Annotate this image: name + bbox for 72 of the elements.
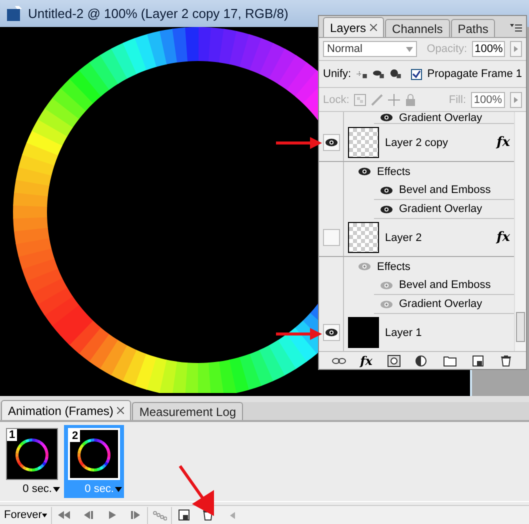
effect-name[interactable]: Bevel and Emboss <box>399 184 491 196</box>
propagate-label: Propagate Frame 1 <box>427 68 522 80</box>
unify-style-icon[interactable] <box>390 68 402 80</box>
visibility-toggle[interactable] <box>380 113 393 122</box>
fx-button[interactable]: fx <box>360 354 372 368</box>
arrow-right-icon <box>514 96 518 102</box>
fill-label: Fill: <box>448 94 466 106</box>
fx-label: fx <box>496 230 510 245</box>
mini-ring <box>78 438 110 472</box>
effect-name[interactable]: Gradient Overlay <box>399 112 482 124</box>
visibility-toggle[interactable] <box>380 280 393 290</box>
fill-slider-button[interactable] <box>510 92 522 108</box>
lock-label: Lock: <box>323 94 350 106</box>
opacity-field[interactable]: 100% <box>472 41 506 57</box>
pointer-arrow <box>276 327 322 341</box>
eye-icon[interactable] <box>325 138 338 147</box>
effects-label: Effects <box>377 260 410 272</box>
layer-name[interactable]: Layer 2 copy <box>385 136 491 148</box>
loop-dropdown[interactable]: Forever <box>0 506 52 524</box>
dropdown-arrow-icon <box>42 512 47 518</box>
visibility-toggle[interactable] <box>323 324 340 341</box>
visibility-toggle[interactable] <box>380 300 393 308</box>
unify-label: Unify: <box>323 68 352 80</box>
fx-label: fx <box>496 135 510 150</box>
panel-tab[interactable]: Layers <box>323 17 384 37</box>
layer-name[interactable]: Layer 1 <box>385 326 514 338</box>
fill-field[interactable]: 100% <box>471 92 505 108</box>
scrollbar[interactable] <box>514 112 526 351</box>
panel-tab[interactable]: Measurement Log <box>132 402 244 420</box>
opacity-label: Opacity: <box>426 43 468 55</box>
animation-frame[interactable]: 2 0 sec. <box>64 425 124 498</box>
layer-name[interactable]: Layer 2 <box>385 232 491 244</box>
frame-number: 2 <box>70 430 80 442</box>
dropdown-arrow-icon <box>53 486 60 492</box>
folder-icon[interactable] <box>442 354 457 366</box>
new-layer-icon[interactable] <box>470 354 485 366</box>
arrow-right-icon <box>514 46 518 52</box>
visibility-toggle[interactable] <box>323 229 340 246</box>
effects-label: Effects <box>377 166 410 178</box>
ps-app-icon <box>6 6 22 22</box>
first-frame-icon[interactable] <box>57 509 71 521</box>
opacity-slider-button[interactable] <box>510 41 522 57</box>
eye-icon[interactable] <box>325 328 338 337</box>
panel-tab[interactable]: Channels <box>385 19 450 37</box>
mini-ring <box>16 438 48 472</box>
next-frame-icon[interactable] <box>128 509 142 521</box>
frame-delay[interactable]: 0 sec. <box>22 483 52 495</box>
unify-visibility-icon[interactable] <box>372 68 385 80</box>
visibility-toggle[interactable] <box>358 262 371 271</box>
new-layer-icon[interactable] <box>177 509 191 521</box>
visibility-toggle[interactable] <box>380 186 393 194</box>
close-icon[interactable] <box>117 407 124 414</box>
visibility-toggle[interactable] <box>323 134 340 151</box>
trash-icon[interactable] <box>498 354 513 366</box>
close-icon[interactable] <box>370 24 378 31</box>
visibility-toggle[interactable] <box>380 204 393 214</box>
panel-tab[interactable]: Animation (Frames) <box>1 400 132 420</box>
propagate-checkbox[interactable] <box>411 68 422 80</box>
dropdown-arrow-icon <box>406 46 413 52</box>
half-circle-icon[interactable] <box>414 354 429 366</box>
effect-name[interactable]: Bevel and Emboss <box>399 279 491 291</box>
panel-tab[interactable]: Paths <box>450 19 496 37</box>
panel-menu-icon[interactable] <box>510 24 522 33</box>
document-title: Untitled-2 @ 100% (Layer 2 copy 17, RGB/8) <box>28 6 288 21</box>
mask-icon[interactable] <box>386 354 401 366</box>
visibility-toggle[interactable] <box>358 167 371 176</box>
effect-name[interactable]: Gradient Overlay <box>399 298 482 310</box>
pointer-arrow <box>276 136 322 150</box>
effect-name[interactable]: Gradient Overlay <box>399 203 482 215</box>
blend-mode-dropdown[interactable]: Normal <box>323 41 417 57</box>
frame-number: 1 <box>7 429 18 441</box>
dropdown-arrow-icon <box>115 486 122 492</box>
